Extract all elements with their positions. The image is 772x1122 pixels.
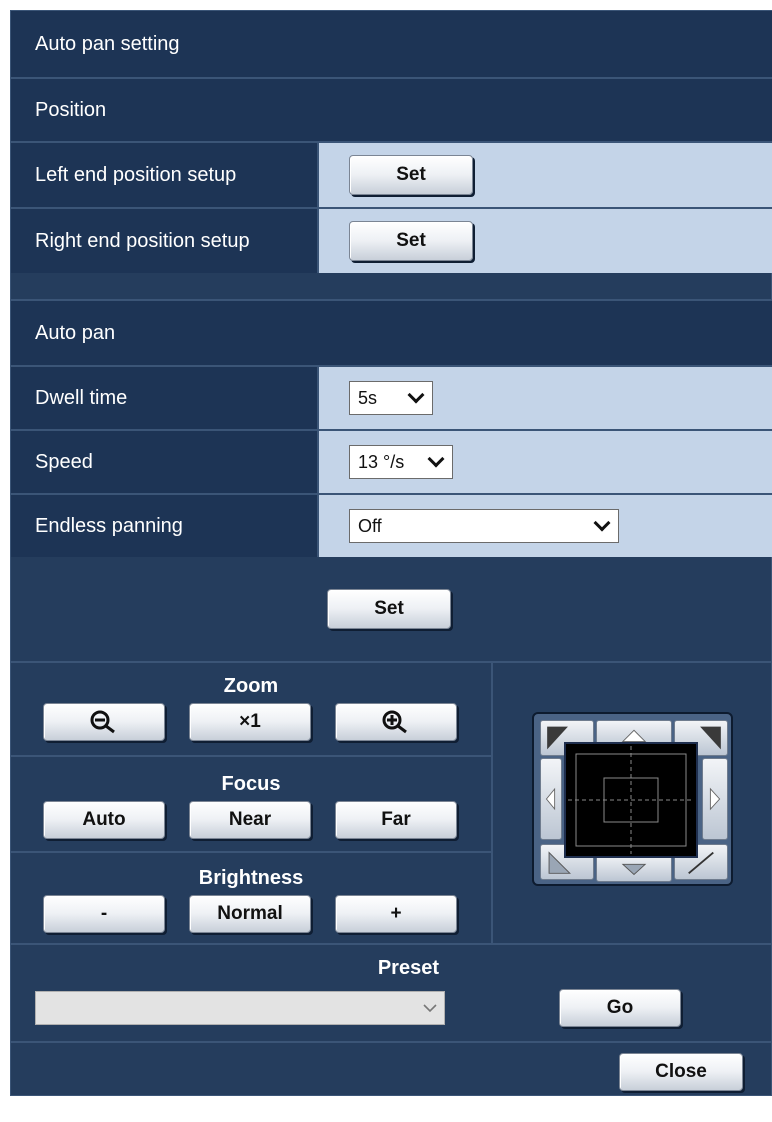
endless-panning-value-cell: Off [317,495,772,557]
crosshair-icon [568,746,694,854]
right-end-label: Right end position setup [11,209,317,273]
auto-pan-header: Auto pan [11,301,772,365]
pan-tilt-view-area[interactable] [564,742,698,858]
brightness-plus-button[interactable]: + [335,895,457,933]
chevron-down-icon [427,450,445,468]
zoom-out-icon [90,710,115,734]
speed-selected-value: 13 °/s [358,451,405,472]
preset-select[interactable] [35,991,445,1025]
left-end-row: Left end position setup Set [11,143,772,207]
zoom-in-button[interactable] [335,703,457,741]
pan-left-button[interactable] [540,758,562,840]
left-end-set-button[interactable]: Set [349,155,473,195]
auto-pan-panel: Auto pan setting Position Left end posit… [10,10,772,1096]
page-title: Auto pan setting [11,11,772,77]
divider [11,755,491,757]
brightness-label: Brightness [198,867,304,889]
close-button[interactable]: Close [619,1053,743,1091]
pan-tilt-pad [532,712,733,886]
speed-label: Speed [11,431,317,493]
right-end-row: Right end position setup Set [11,209,772,273]
dwell-time-value-cell: 5s [317,367,772,429]
left-end-label: Left end position setup [11,143,317,207]
dwell-time-select[interactable]: 5s [349,381,433,415]
focus-near-button[interactable]: Near [189,801,311,839]
chevron-down-icon [423,1004,437,1013]
focus-label: Focus [221,773,281,795]
chevron-down-icon [593,514,611,532]
brightness-minus-button[interactable]: - [43,895,165,933]
endless-panning-selected-value: Off [358,515,382,536]
zoom-in-icon [382,710,407,734]
dwell-time-row: Dwell time 5s [11,367,772,429]
right-end-set-button[interactable]: Set [349,221,473,261]
endless-panning-row: Endless panning Off [11,495,772,557]
divider [11,661,772,663]
zoom-label: Zoom [223,675,279,697]
speed-select[interactable]: 13 °/s [349,445,453,479]
chevron-down-icon [407,386,425,404]
pan-right-button[interactable] [702,758,728,840]
preset-label: Preset [377,957,439,979]
focus-auto-button[interactable]: Auto [43,801,165,839]
dwell-time-selected-value: 5s [358,387,378,408]
pan-left-icon [545,787,556,811]
zoom-out-button[interactable] [43,703,165,741]
auto-pan-set-button[interactable]: Set [327,589,451,629]
speed-value-cell: 13 °/s [317,431,772,493]
divider [11,1041,772,1043]
right-end-value-cell: Set [317,209,772,273]
pan-right-icon [709,787,721,811]
divider [491,663,493,943]
divider [11,943,772,945]
zoom-reset-button[interactable]: ×1 [189,703,311,741]
focus-far-button[interactable]: Far [335,801,457,839]
endless-panning-label: Endless panning [11,495,317,557]
divider [11,851,491,853]
speed-row: Speed 13 °/s [11,431,772,493]
position-header: Position [11,79,772,141]
preset-go-button[interactable]: Go [559,989,681,1027]
dwell-time-label: Dwell time [11,367,317,429]
endless-panning-select[interactable]: Off [349,509,619,543]
brightness-normal-button[interactable]: Normal [189,895,311,933]
left-end-value-cell: Set [317,143,772,207]
